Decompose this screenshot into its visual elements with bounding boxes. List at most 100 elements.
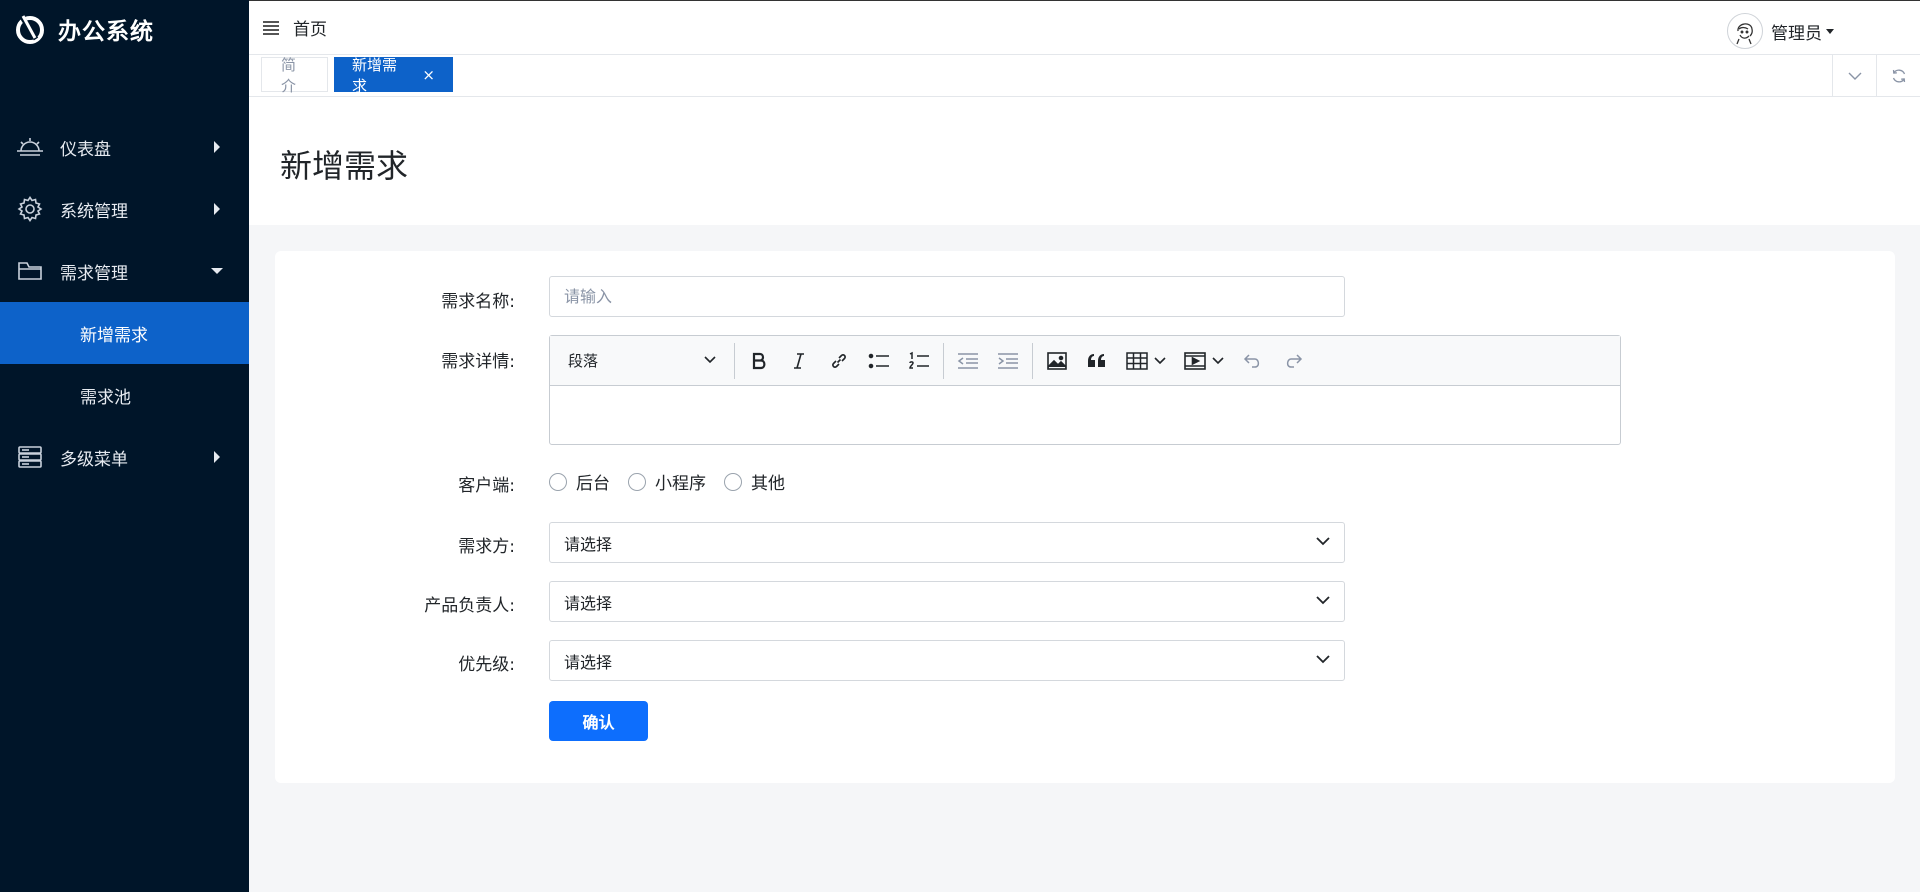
dashboard-icon bbox=[16, 133, 44, 161]
italic-button[interactable] bbox=[779, 342, 819, 380]
bold-icon bbox=[752, 352, 766, 369]
form-card: 需求名称: 需求详情: 段落 bbox=[275, 251, 1895, 783]
page-title: 新增需求 bbox=[280, 147, 409, 185]
refresh-button[interactable] bbox=[1876, 55, 1920, 96]
insert-media-button[interactable] bbox=[1175, 342, 1233, 380]
select-value: 请选择 bbox=[564, 652, 613, 672]
chevron-down-icon bbox=[1848, 72, 1861, 80]
tab-intro[interactable]: 简介 bbox=[261, 56, 328, 95]
caret-down-icon bbox=[1826, 28, 1834, 34]
sidebar-subitem-new-requirement[interactable]: 新增需求 bbox=[0, 302, 249, 364]
brand[interactable]: 办公系统 bbox=[0, 0, 249, 58]
editor-content-area[interactable] bbox=[550, 386, 1620, 444]
user-menu[interactable]: 管理员 bbox=[1727, 13, 1834, 49]
product-owner-select[interactable]: 请选择 bbox=[549, 581, 1345, 622]
caret-right-icon bbox=[211, 203, 223, 215]
sidebar-subitem-requirement-pool[interactable]: 需求池 bbox=[0, 364, 249, 426]
radio-button[interactable] bbox=[549, 472, 567, 491]
editor-toolbar: 段落 bbox=[550, 336, 1620, 386]
client-option-backend[interactable]: 后台 bbox=[549, 469, 610, 494]
chevron-down-icon bbox=[1212, 356, 1224, 364]
media-icon bbox=[1184, 351, 1206, 370]
logo-icon bbox=[16, 15, 44, 44]
menu-toggle-icon[interactable] bbox=[263, 20, 279, 35]
table-icon bbox=[1126, 351, 1148, 370]
requester-label: 需求方: bbox=[458, 537, 515, 557]
tabs-bar: 简介 新增需求 × bbox=[249, 55, 1920, 97]
link-icon bbox=[832, 353, 846, 368]
avatar bbox=[1727, 13, 1763, 49]
radio-button[interactable] bbox=[628, 472, 646, 491]
chevron-down-icon bbox=[704, 355, 716, 363]
insert-image-button[interactable] bbox=[1037, 342, 1077, 380]
sidebar-item-dashboard[interactable]: 仪表盘 bbox=[0, 116, 249, 178]
numbered-list-button[interactable] bbox=[899, 342, 939, 380]
tab-new-requirement[interactable]: 新增需求 × bbox=[334, 56, 453, 95]
app-title: 办公系统 bbox=[58, 19, 154, 45]
tab-label: 简介 bbox=[281, 55, 297, 95]
undo-icon bbox=[1243, 353, 1260, 368]
radio-label: 小程序 bbox=[655, 474, 706, 494]
bullet-list-button[interactable] bbox=[859, 342, 899, 380]
top-bar: 首页 管理员 bbox=[249, 0, 1920, 55]
page-header: 新增需求 bbox=[249, 97, 1920, 225]
outdent-button[interactable] bbox=[948, 342, 988, 380]
caret-right-icon bbox=[211, 451, 223, 463]
redo-button[interactable] bbox=[1273, 342, 1313, 380]
bold-button[interactable] bbox=[739, 342, 779, 380]
server-stack-icon bbox=[16, 443, 44, 471]
select-value: 请选择 bbox=[564, 534, 613, 554]
name-label: 需求名称: bbox=[441, 292, 515, 312]
block-format-value: 段落 bbox=[568, 352, 599, 370]
image-icon bbox=[1047, 351, 1067, 370]
chevron-down-icon bbox=[1154, 356, 1166, 364]
italic-icon bbox=[794, 352, 804, 369]
bullet-list-icon bbox=[868, 353, 889, 368]
radio-button[interactable] bbox=[724, 472, 742, 491]
sidebar-item-multilevel-menu[interactable]: 多级菜单 bbox=[0, 426, 249, 488]
caret-down-icon bbox=[211, 265, 223, 277]
chevron-down-icon bbox=[1316, 596, 1330, 605]
client-option-other[interactable]: 其他 bbox=[724, 469, 785, 494]
folder-icon bbox=[16, 257, 44, 285]
client-label: 客户端: bbox=[458, 476, 515, 496]
link-button[interactable] bbox=[819, 342, 859, 380]
indent-icon bbox=[998, 352, 1018, 369]
requester-select[interactable]: 请选择 bbox=[549, 522, 1345, 563]
indent-button[interactable] bbox=[988, 342, 1028, 380]
priority-select[interactable]: 请选择 bbox=[549, 640, 1345, 681]
radio-label: 后台 bbox=[576, 474, 610, 494]
quote-icon bbox=[1088, 353, 1105, 367]
tabs-dropdown-button[interactable] bbox=[1832, 55, 1876, 96]
blockquote-button[interactable] bbox=[1077, 342, 1117, 380]
toolbar-divider bbox=[943, 342, 944, 379]
gear-icon bbox=[16, 195, 44, 223]
tab-label: 新增需求 bbox=[352, 55, 398, 95]
rich-text-editor: 段落 bbox=[549, 335, 1621, 445]
block-format-select[interactable]: 段落 bbox=[556, 342, 730, 380]
priority-label: 优先级: bbox=[458, 655, 515, 675]
sidebar-nav: 仪表盘 系统管理 需求管理 新增需求 需求池 多级菜单 bbox=[0, 116, 249, 488]
sidebar: 办公系统 仪表盘 系统管理 需求管理 新增需求 需求池 多级菜单 bbox=[0, 0, 249, 892]
chevron-down-icon bbox=[1316, 655, 1330, 664]
redo-icon bbox=[1286, 353, 1303, 368]
detail-label: 需求详情: bbox=[441, 352, 515, 372]
radio-label: 其他 bbox=[751, 474, 785, 494]
name-input[interactable] bbox=[549, 276, 1345, 317]
sidebar-item-system[interactable]: 系统管理 bbox=[0, 178, 249, 240]
numbered-list-icon bbox=[909, 351, 929, 369]
chevron-down-icon bbox=[1316, 537, 1330, 546]
sidebar-item-requirements[interactable]: 需求管理 bbox=[0, 240, 249, 302]
close-icon[interactable]: × bbox=[422, 66, 435, 84]
toolbar-divider bbox=[734, 342, 735, 379]
owner-label: 产品负责人: bbox=[424, 596, 515, 616]
undo-button[interactable] bbox=[1233, 342, 1273, 380]
breadcrumb-home[interactable]: 首页 bbox=[293, 15, 327, 40]
toolbar-divider bbox=[1032, 342, 1033, 379]
select-value: 请选择 bbox=[564, 593, 613, 613]
caret-right-icon bbox=[211, 141, 223, 153]
insert-table-button[interactable] bbox=[1117, 342, 1175, 380]
client-option-miniprogram[interactable]: 小程序 bbox=[628, 469, 706, 494]
refresh-icon bbox=[1892, 69, 1905, 82]
confirm-button[interactable]: 确认 bbox=[549, 701, 648, 741]
